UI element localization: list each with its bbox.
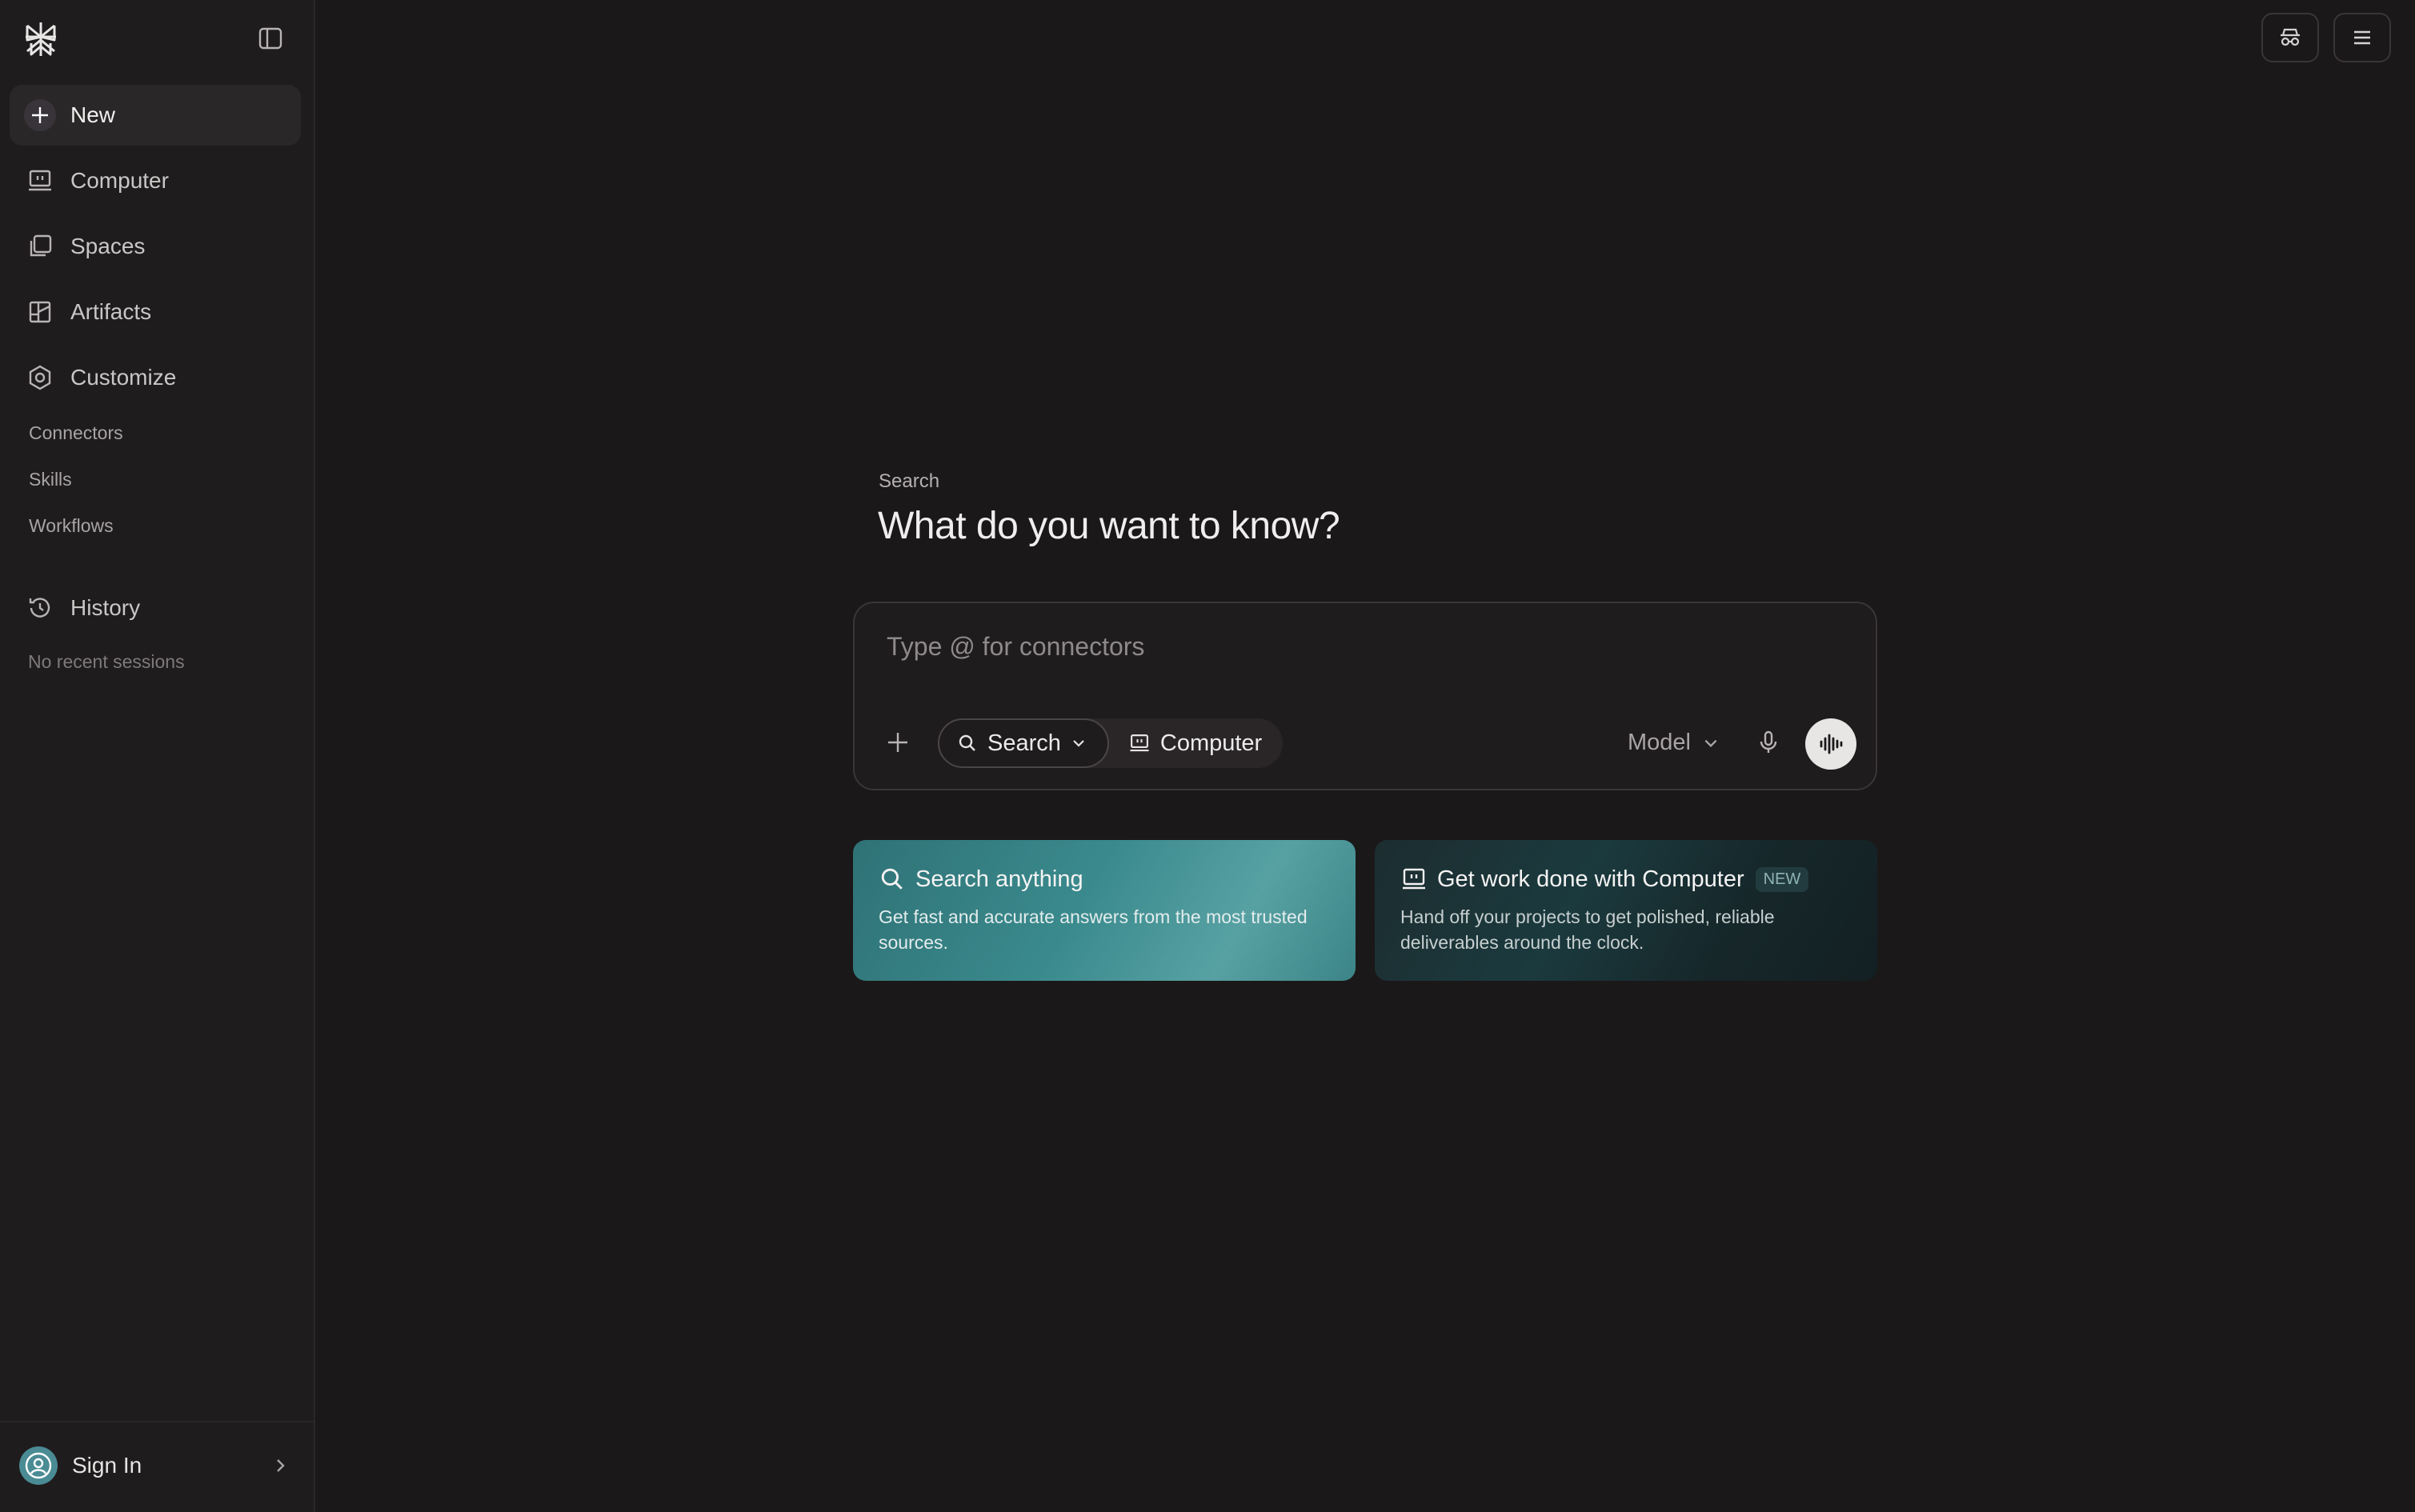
- voice-mode-button[interactable]: [1805, 718, 1856, 770]
- artifacts-icon: [24, 296, 56, 328]
- sidebar-item-label: Customize: [70, 365, 177, 390]
- model-label: Model: [1628, 730, 1691, 755]
- computer-card[interactable]: Get work done with Computer NEW Hand off…: [1375, 840, 1877, 981]
- customize-icon: [24, 362, 56, 394]
- computer-icon: [1128, 732, 1151, 754]
- menu-button[interactable]: [2333, 13, 2391, 62]
- incognito-button[interactable]: [2261, 13, 2319, 62]
- sign-in-label[interactable]: Sign In: [72, 1453, 142, 1478]
- sidebar-item-spaces[interactable]: Spaces: [10, 216, 301, 277]
- card-description: Get fast and accurate answers from the m…: [879, 906, 1308, 953]
- sidebar-item-label: Computer: [70, 168, 169, 193]
- mode-toggle: Search Computer: [938, 718, 1284, 768]
- sidebar-subitem-workflows[interactable]: Workflows: [29, 515, 114, 537]
- mode-search-button[interactable]: Search: [938, 718, 1109, 768]
- sidebar-item-customize[interactable]: Customize: [10, 347, 301, 408]
- mode-computer-label: Computer: [1159, 730, 1263, 756]
- card-title: Get work done with Computer: [1437, 866, 1744, 892]
- new-badge: NEW: [1755, 866, 1809, 892]
- chevron-down-icon: [1071, 735, 1087, 751]
- page-title: What do you want to know?: [878, 505, 1340, 547]
- history-icon: [24, 592, 56, 624]
- sidebar-subitem-skills[interactable]: Skills: [29, 469, 72, 490]
- sidebar-item-label: Artifacts: [70, 299, 152, 324]
- search-icon: [879, 866, 906, 893]
- microphone-icon[interactable]: [1754, 728, 1783, 757]
- plus-icon: [24, 99, 56, 131]
- sidebar-item-label: Spaces: [70, 234, 146, 258]
- computer-icon: [1400, 866, 1428, 893]
- model-selector[interactable]: Model: [1628, 730, 1720, 756]
- spaces-icon: [24, 230, 56, 262]
- sidebar-item-label: New: [70, 102, 116, 127]
- sidebar-item-computer[interactable]: Computer: [10, 150, 301, 211]
- attach-plus-icon[interactable]: [883, 728, 912, 757]
- search-anything-card[interactable]: Search anything Get fast and accurate an…: [853, 840, 1356, 981]
- sidebar-item-artifacts[interactable]: Artifacts: [10, 282, 301, 342]
- account-row[interactable]: Sign In: [0, 1421, 314, 1512]
- sidebar-item-new[interactable]: New: [10, 85, 301, 146]
- mode-search-label: Search: [987, 730, 1061, 756]
- perplexity-logo-icon[interactable]: [21, 19, 61, 59]
- composer[interactable]: Type @ for connectors Search Computer Mo…: [853, 602, 1877, 790]
- incognito-icon: [2278, 26, 2302, 50]
- card-title: Search anything: [915, 866, 1083, 892]
- sidebar-item-label: History: [70, 595, 141, 620]
- sidebar-subitem-connectors[interactable]: Connectors: [29, 422, 123, 444]
- avatar-icon: [19, 1446, 58, 1485]
- card-description: Hand off your projects to get polished, …: [1400, 906, 1775, 953]
- sidebar: New Computer Spaces Artifacts Customize …: [0, 0, 315, 1512]
- sidebar-toggle-icon[interactable]: [256, 24, 285, 53]
- mode-computer-button[interactable]: Computer: [1109, 718, 1283, 768]
- waveform-icon: [1816, 730, 1845, 758]
- computer-icon: [24, 165, 56, 197]
- page-kicker: Search: [879, 470, 940, 492]
- chevron-right-icon[interactable]: [270, 1456, 290, 1475]
- sidebar-item-history[interactable]: History: [10, 578, 301, 638]
- history-empty-text: No recent sessions: [28, 651, 185, 672]
- chevron-down-icon: [1702, 734, 1720, 752]
- query-input[interactable]: Type @ for connectors: [887, 632, 1144, 662]
- menu-icon: [2351, 26, 2373, 49]
- search-icon: [957, 733, 978, 754]
